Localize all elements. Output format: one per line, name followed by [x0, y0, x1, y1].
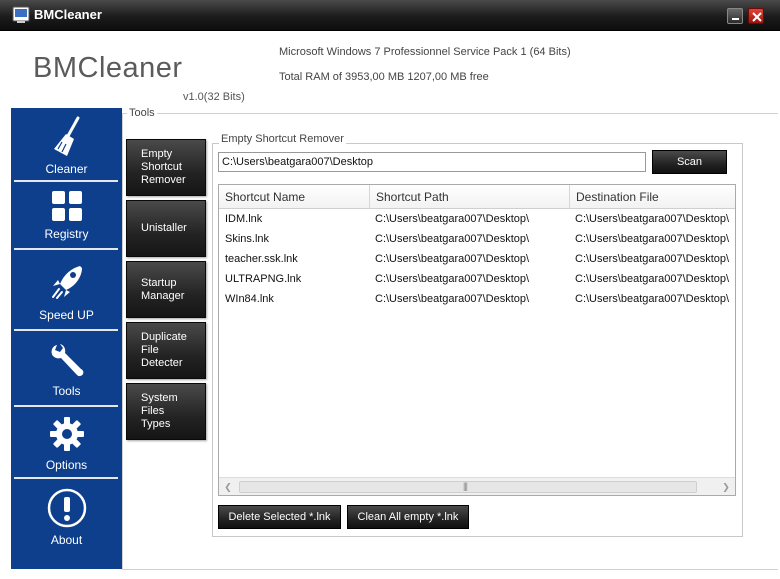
sidebar-divider — [14, 405, 118, 407]
wrench-icon — [51, 344, 83, 377]
sidebar-item-about[interactable]: About — [11, 488, 122, 547]
column-header-shortcut-path[interactable]: Shortcut Path — [370, 185, 570, 209]
minimize-button[interactable] — [727, 8, 743, 24]
tool-label: Startup Manager — [141, 276, 185, 302]
sidebar-item-speed-up[interactable]: Speed UP — [11, 264, 122, 322]
sidebar-label-speed-up: Speed UP — [39, 308, 94, 322]
os-info: Microsoft Windows 7 Professionnel Servic… — [279, 46, 571, 58]
cell-path: C:\Users\beatgara007\Desktop\ — [375, 233, 530, 245]
list-header: Shortcut Name Shortcut Path Destination … — [219, 185, 735, 209]
tool-duplicate-file-detecter[interactable]: Duplicate File Detecter — [126, 322, 206, 379]
sidebar-label-about: About — [50, 533, 83, 547]
exclamation-icon — [47, 488, 86, 528]
sidebar-divider — [14, 477, 118, 479]
table-row[interactable]: IDM.lnk C:\Users\beatgara007\Desktop\ C:… — [219, 209, 735, 229]
sidebar-divider — [14, 248, 118, 250]
sidebar-divider — [14, 329, 118, 331]
cell-path: C:\Users\beatgara007\Desktop\ — [375, 293, 530, 305]
cell-path: C:\Users\beatgara007\Desktop\ — [375, 273, 530, 285]
title-bar[interactable]: BMCleaner — [0, 0, 780, 31]
cell-name: teacher.ssk.lnk — [225, 253, 298, 265]
sidebar-divider — [14, 180, 118, 182]
horizontal-scrollbar[interactable]: ❮ ||| ❯ — [219, 477, 735, 495]
ram-info: Total RAM of 3953,00 MB 1207,00 MB free — [279, 71, 489, 83]
scroll-grip-icon: ||| — [463, 481, 468, 491]
registry-grid-icon — [51, 191, 82, 221]
sidebar-label-options: Options — [45, 458, 88, 472]
gear-icon — [49, 417, 84, 451]
table-row[interactable]: teacher.ssk.lnk C:\Users\beatgara007\Des… — [219, 249, 735, 269]
tool-label: Unistaller — [141, 222, 187, 234]
sidebar-item-registry[interactable]: Registry — [11, 190, 122, 241]
table-row[interactable]: WIn84.lnk C:\Users\beatgara007\Desktop\ … — [219, 289, 735, 309]
cell-destination: C:\Users\beatgara007\Desktop\ — [575, 293, 730, 305]
clean-all-button[interactable]: Clean All empty *.lnk — [347, 505, 469, 529]
path-input[interactable] — [218, 152, 646, 172]
tool-label: Duplicate File Detecter — [141, 331, 187, 369]
tool-startup-manager[interactable]: Startup Manager — [126, 261, 206, 318]
cell-path: C:\Users\beatgara007\Desktop\ — [375, 253, 530, 265]
cell-name: Skins.lnk — [225, 233, 270, 245]
tool-system-files-types[interactable]: System Files Types — [126, 383, 206, 440]
app-icon — [12, 6, 30, 24]
version-label: v1.0(32 Bits) — [183, 91, 245, 103]
delete-selected-button[interactable]: Delete Selected *.lnk — [218, 505, 341, 529]
close-icon — [752, 12, 762, 22]
table-row[interactable]: ULTRAPNG.lnk C:\Users\beatgara007\Deskto… — [219, 269, 735, 289]
tool-unistaller[interactable]: Unistaller — [126, 200, 206, 257]
scan-button[interactable]: Scan — [652, 150, 727, 174]
cell-destination: C:\Users\beatgara007\Desktop\ — [575, 213, 730, 225]
cell-name: ULTRAPNG.lnk — [225, 273, 302, 285]
tool-label: System Files Types — [141, 392, 178, 430]
broom-icon — [53, 116, 79, 156]
column-header-shortcut-name[interactable]: Shortcut Name — [219, 185, 370, 209]
cell-name: WIn84.lnk — [225, 293, 274, 305]
cell-path: C:\Users\beatgara007\Desktop\ — [375, 213, 530, 225]
cell-destination: C:\Users\beatgara007\Desktop\ — [575, 273, 730, 285]
scroll-right-icon[interactable]: ❯ — [721, 482, 731, 492]
sidebar-item-options[interactable]: Options — [11, 416, 122, 472]
sidebar-label-cleaner: Cleaner — [45, 162, 88, 176]
tool-empty-shortcut-remover[interactable]: Empty Shortcut Remover — [126, 139, 206, 196]
shortcut-list[interactable]: Shortcut Name Shortcut Path Destination … — [218, 184, 736, 496]
cell-name: IDM.lnk — [225, 213, 263, 225]
scroll-left-icon[interactable]: ❮ — [223, 482, 233, 492]
rocket-icon — [51, 266, 82, 299]
tool-label: Empty Shortcut Remover — [141, 148, 186, 186]
panel-title: Empty Shortcut Remover — [219, 133, 346, 145]
table-row[interactable]: Skins.lnk C:\Users\beatgara007\Desktop\ … — [219, 229, 735, 249]
brand-title: BMCleaner — [33, 52, 183, 84]
sidebar: Cleaner Registry Speed UP Tools Options … — [11, 108, 122, 569]
column-header-destination-file[interactable]: Destination File — [570, 185, 735, 209]
cell-destination: C:\Users\beatgara007\Desktop\ — [575, 253, 730, 265]
window-title: BMCleaner — [34, 7, 102, 22]
tools-label: Tools — [127, 107, 157, 119]
sidebar-item-tools[interactable]: Tools — [11, 342, 122, 398]
close-button[interactable] — [748, 8, 764, 24]
sidebar-label-registry: Registry — [44, 227, 89, 241]
sidebar-item-cleaner[interactable]: Cleaner — [11, 116, 122, 176]
sidebar-label-tools: Tools — [52, 384, 81, 398]
cell-destination: C:\Users\beatgara007\Desktop\ — [575, 233, 730, 245]
scroll-thumb[interactable] — [239, 481, 697, 493]
